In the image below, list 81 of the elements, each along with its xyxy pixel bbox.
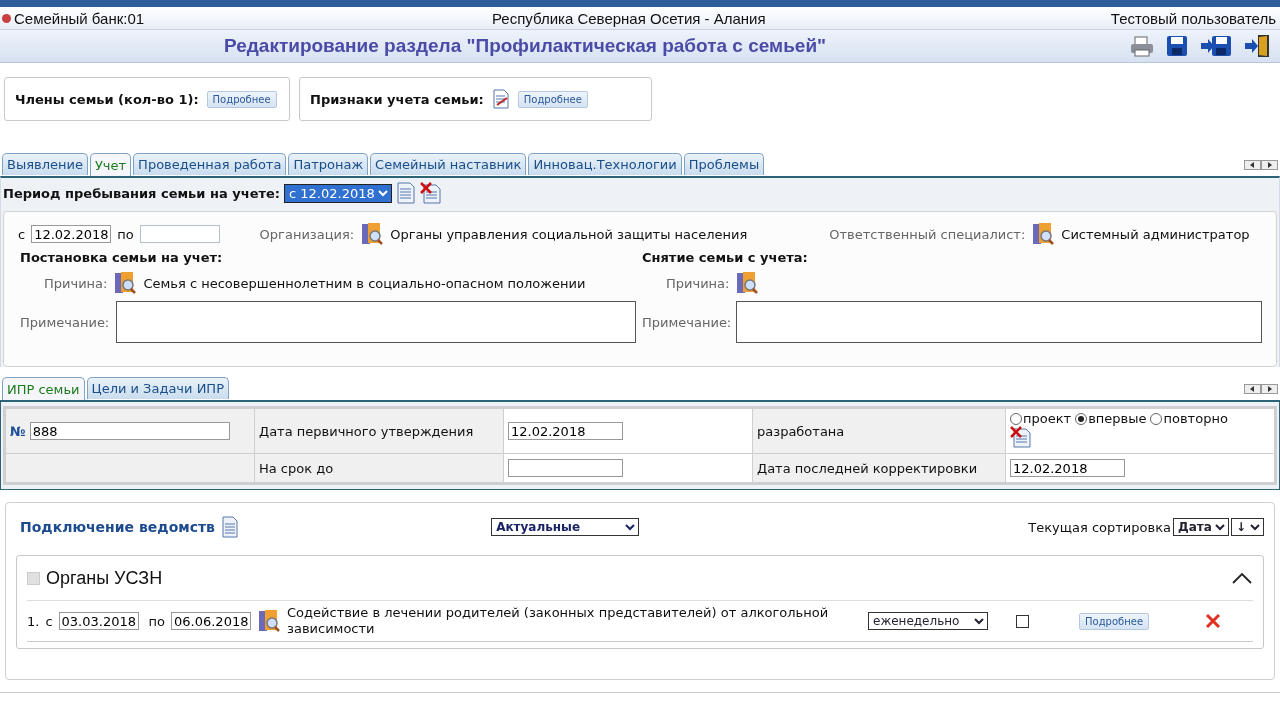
- tab[interactable]: Семейный наставник: [370, 153, 527, 175]
- group-name: Органы УСЗН: [46, 567, 164, 589]
- period-label: Период пребывания семьи на учете:: [3, 185, 281, 201]
- note-field[interactable]: [736, 301, 1262, 343]
- date-field[interactable]: 12.02.2018: [1010, 459, 1125, 477]
- to-label: по: [117, 226, 134, 242]
- period-select[interactable]: с 12.02.2018: [284, 183, 393, 203]
- details-button[interactable]: Подробнее: [517, 90, 588, 108]
- from-date-field[interactable]: 12.02.2018: [31, 225, 112, 243]
- tab[interactable]: Проведенная работа: [133, 153, 287, 175]
- note-label: Примечание:: [642, 314, 730, 330]
- field-label: На срок до: [259, 460, 334, 476]
- radio-option[interactable]: проект: [1010, 411, 1072, 426]
- page-title: Редактирование раздела "Профилактическая работа с семьей": [223, 35, 828, 57]
- organization-label: Организация:: [259, 226, 355, 242]
- agencies-title: Подключение ведомств: [20, 519, 215, 535]
- note-label: Примечание:: [20, 314, 110, 330]
- user-name: Тестовый пользователь: [1110, 9, 1276, 27]
- scroll-arrows-icon[interactable]: [1244, 384, 1278, 394]
- specialist-label: Ответственный специалист:: [829, 226, 1026, 242]
- section-heading: Постановка семьи на учет:: [20, 250, 224, 265]
- save-exit-icon[interactable]: [1200, 35, 1232, 57]
- document-edit-icon[interactable]: [491, 89, 510, 109]
- book-search-icon[interactable]: [735, 271, 760, 295]
- frequency-select[interactable]: еженедельно: [868, 612, 988, 630]
- book-search-icon[interactable]: [257, 609, 281, 633]
- printer-icon[interactable]: [1130, 35, 1154, 57]
- scroll-arrows-icon[interactable]: [1244, 160, 1278, 170]
- row-number: 1.: [27, 613, 40, 629]
- specialist-value: Системный администратор: [1061, 226, 1250, 242]
- save-icon[interactable]: [1166, 35, 1188, 57]
- book-search-icon[interactable]: [113, 271, 138, 295]
- to-date-field[interactable]: 06.06.2018: [171, 612, 251, 630]
- number-label: №: [10, 423, 26, 439]
- status-icon: [2, 13, 11, 23]
- delete-document-icon[interactable]: [1010, 426, 1032, 448]
- organization-value: Органы управления социальной защиты населения: [390, 226, 748, 242]
- details-button[interactable]: Подробнее: [206, 90, 277, 108]
- note-field[interactable]: [116, 301, 636, 343]
- number-field[interactable]: 888: [29, 422, 230, 440]
- from-date-field[interactable]: 03.03.2018: [58, 612, 139, 630]
- chevron-icon[interactable]: [1231, 571, 1253, 585]
- date-field[interactable]: [508, 459, 623, 477]
- tab[interactable]: ИПР семьи: [2, 377, 85, 400]
- tab[interactable]: Учет: [89, 153, 132, 176]
- sort-label: Текущая сортировка: [1028, 519, 1171, 535]
- tab[interactable]: Инновац.Технологии: [528, 153, 682, 175]
- radio-option[interactable]: повторно: [1150, 411, 1228, 426]
- filter-select[interactable]: Актуальные: [491, 518, 640, 536]
- sort-select[interactable]: Дата: [1173, 518, 1229, 536]
- tab[interactable]: Патронаж: [288, 153, 369, 175]
- book-search-icon[interactable]: [1031, 222, 1056, 246]
- reason-value: Семья с несовершеннолетним в социально-опасном положении: [143, 275, 586, 291]
- measure-text: Содействие в лечении родителей (законных представителей) от алкогольной зависимости: [287, 605, 830, 637]
- field-label: Дата первичного утверждения: [259, 423, 474, 439]
- reason-label: Причина:: [665, 275, 730, 291]
- details-button[interactable]: Подробнее: [1079, 612, 1150, 630]
- book-search-icon[interactable]: [360, 222, 385, 246]
- field-label: Дата последней корректировки: [757, 460, 978, 476]
- tab[interactable]: Выявление: [2, 153, 88, 175]
- date-field[interactable]: 12.02.2018: [508, 422, 623, 440]
- section-heading: Снятие семьи с учета:: [642, 250, 809, 265]
- region-name: Республика Северная Осетия - Алания: [491, 9, 767, 27]
- card-label: Члены семьи (кол-во 1):: [15, 91, 199, 107]
- delete-icon[interactable]: [1205, 613, 1222, 629]
- order-select[interactable]: ↓: [1231, 518, 1264, 536]
- exit-icon[interactable]: [1244, 34, 1270, 58]
- card-label: Признаки учета семьи:: [310, 91, 484, 107]
- radio-option[interactable]: впервые: [1075, 411, 1147, 426]
- tab[interactable]: Цели и Задачи ИПР: [86, 377, 229, 399]
- from-label: с: [45, 613, 53, 629]
- reason-label: Причина:: [43, 275, 108, 291]
- from-label: с: [18, 226, 26, 242]
- row-checkbox[interactable]: [1016, 614, 1029, 628]
- to-label: по: [148, 613, 165, 629]
- app-name: Семейный банк:01: [14, 9, 146, 27]
- delete-document-icon[interactable]: [420, 182, 443, 204]
- field-label: разработана: [757, 423, 845, 439]
- tab[interactable]: Проблемы: [683, 153, 765, 175]
- to-date-field[interactable]: [139, 225, 220, 243]
- group-checkbox[interactable]: [27, 571, 40, 585]
